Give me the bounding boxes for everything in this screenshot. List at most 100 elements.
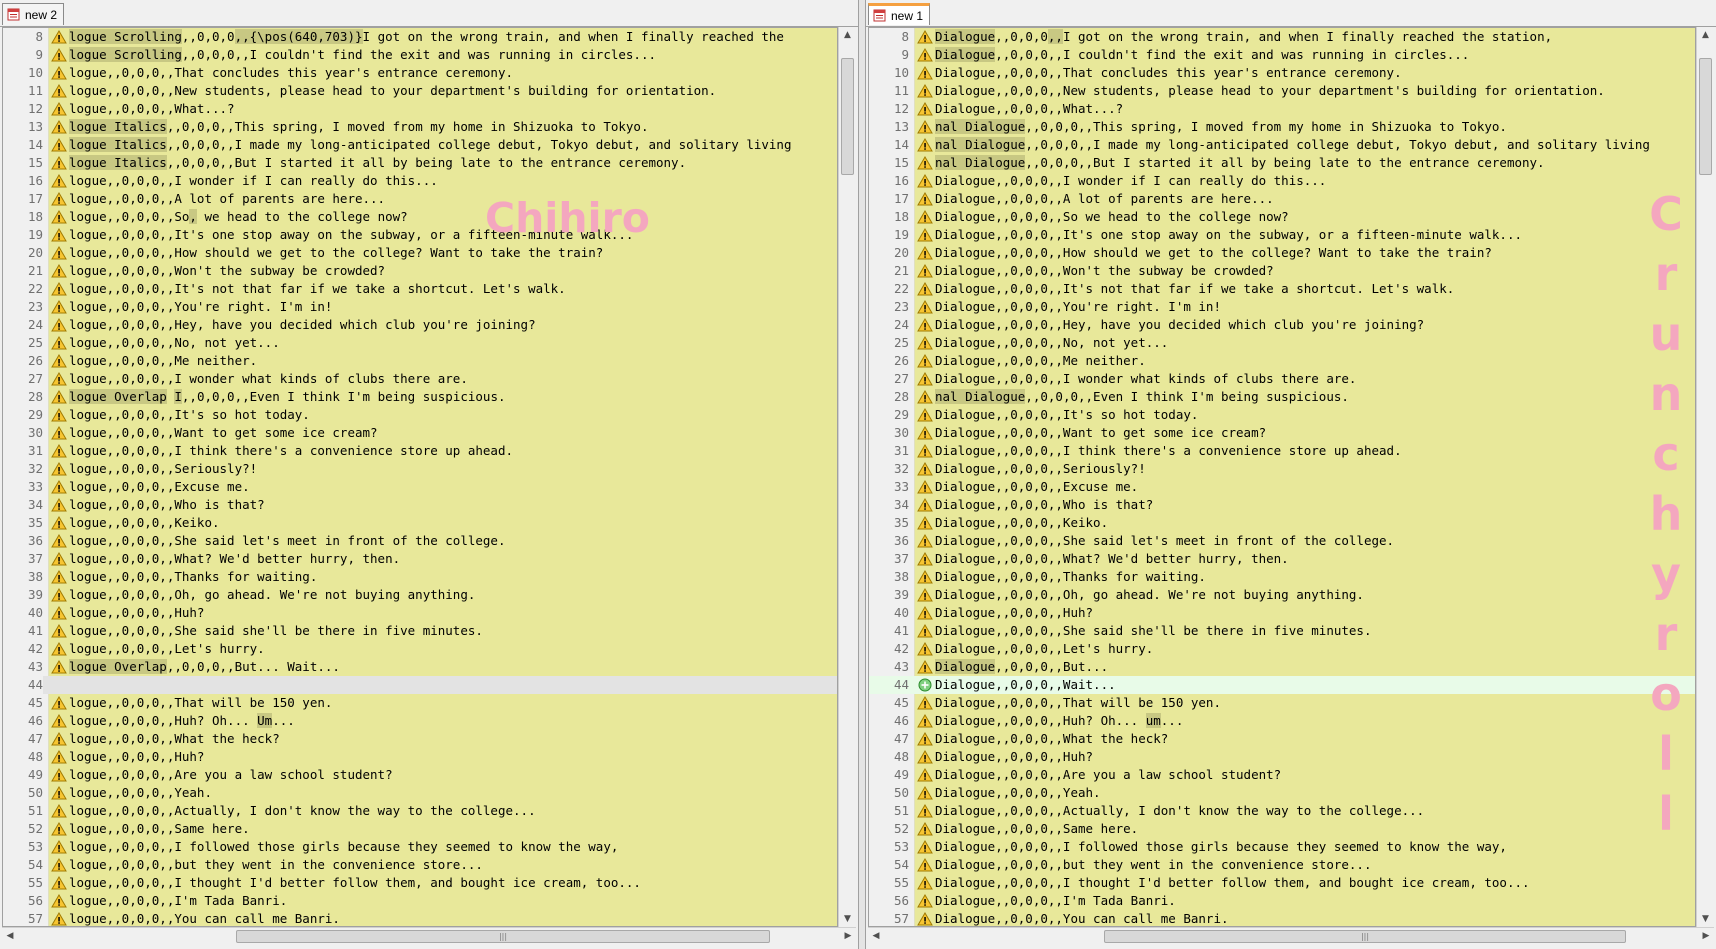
diff-changed-line[interactable]: 34 logue,,0,0,0,,Who is that? [3, 496, 837, 514]
diff-changed-line[interactable]: 8 Dialogue,,0,0,0,,I got on the wrong tra… [869, 28, 1695, 46]
diff-changed-line[interactable]: 24 Dialogue,,0,0,0,,Hey, have you decided… [869, 316, 1695, 334]
diff-changed-line[interactable]: 32 Dialogue,,0,0,0,,Seriously?! [869, 460, 1695, 478]
diff-changed-line[interactable]: 37 Dialogue,,0,0,0,,What? We'd better hur… [869, 550, 1695, 568]
diff-changed-line[interactable]: 49 Dialogue,,0,0,0,,Are you a law school … [869, 766, 1695, 784]
diff-changed-line[interactable]: 19 Dialogue,,0,0,0,,It's one stop away on… [869, 226, 1695, 244]
diff-changed-line[interactable]: 35 logue,,0,0,0,,Keiko. [3, 514, 837, 532]
diff-changed-line[interactable]: 28 logue Overlap I,,0,0,0,,Even I think I… [3, 388, 837, 406]
diff-changed-line[interactable]: 32 logue,,0,0,0,,Seriously?! [3, 460, 837, 478]
left-text-area[interactable]: 8 logue Scrolling,,0,0,0,,{\pos(640,703)}… [2, 27, 838, 927]
scroll-thumb[interactable]: ||| [236, 930, 770, 943]
diff-changed-line[interactable]: 45 Dialogue,,0,0,0,,That will be 150 yen. [869, 694, 1695, 712]
diff-changed-line[interactable]: 46 logue,,0,0,0,,Huh? Oh... Um... [3, 712, 837, 730]
diff-changed-line[interactable]: 43 logue Overlap,,0,0,0,,But... Wait... [3, 658, 837, 676]
diff-changed-line[interactable]: 53 Dialogue,,0,0,0,,I followed those girl… [869, 838, 1695, 856]
diff-changed-line[interactable]: 51 Dialogue,,0,0,0,,Actually, I don't kno… [869, 802, 1695, 820]
left-arrow-icon[interactable]: ◀ [2, 928, 18, 945]
diff-changed-line[interactable]: 56 Dialogue,,0,0,0,,I'm Tada Banri. [869, 892, 1695, 910]
diff-changed-line[interactable]: 50 logue,,0,0,0,,Yeah. [3, 784, 837, 802]
diff-changed-line[interactable]: 39 logue,,0,0,0,,Oh, go ahead. We're not … [3, 586, 837, 604]
diff-changed-line[interactable]: 15 nal Dialogue,,0,0,0,,But I started it … [869, 154, 1695, 172]
diff-changed-line[interactable]: 31 logue,,0,0,0,,I think there's a conven… [3, 442, 837, 460]
scroll-thumb[interactable] [841, 58, 854, 175]
diff-placeholder-line[interactable]: 44 [3, 676, 837, 694]
diff-changed-line[interactable]: 18 Dialogue,,0,0,0,,So we head to the col… [869, 208, 1695, 226]
diff-changed-line[interactable]: 47 logue,,0,0,0,,What the heck? [3, 730, 837, 748]
left-arrow-icon[interactable]: ◀ [868, 928, 884, 945]
diff-changed-line[interactable]: 11 logue,,0,0,0,,New students, please hea… [3, 82, 837, 100]
diff-changed-line[interactable]: 30 Dialogue,,0,0,0,,Want to get some ice … [869, 424, 1695, 442]
tab-new-2[interactable]: new 2 [2, 3, 65, 25]
diff-changed-line[interactable]: 22 Dialogue,,0,0,0,,It's not that far if … [869, 280, 1695, 298]
diff-changed-line[interactable]: 12 Dialogue,,0,0,0,,What...? [869, 100, 1695, 118]
diff-changed-line[interactable]: 38 logue,,0,0,0,,Thanks for waiting. [3, 568, 837, 586]
up-arrow-icon[interactable]: ▲ [839, 27, 856, 43]
diff-changed-line[interactable]: 23 Dialogue,,0,0,0,,You're right. I'm in! [869, 298, 1695, 316]
diff-added-line[interactable]: 44 Dialogue,,0,0,0,,Wait... [869, 676, 1695, 694]
diff-changed-line[interactable]: 49 logue,,0,0,0,,Are you a law school stu… [3, 766, 837, 784]
diff-changed-line[interactable]: 21 Dialogue,,0,0,0,,Won't the subway be c… [869, 262, 1695, 280]
diff-changed-line[interactable]: 30 logue,,0,0,0,,Want to get some ice cre… [3, 424, 837, 442]
diff-changed-line[interactable]: 46 Dialogue,,0,0,0,,Huh? Oh... um... [869, 712, 1695, 730]
diff-changed-line[interactable]: 51 logue,,0,0,0,,Actually, I don't know t… [3, 802, 837, 820]
diff-changed-line[interactable]: 29 logue,,0,0,0,,It's so hot today. [3, 406, 837, 424]
pane-splitter[interactable] [858, 0, 866, 949]
diff-changed-line[interactable]: 57 Dialogue,,0,0,0,,You can call me Banri… [869, 910, 1695, 926]
diff-changed-line[interactable]: 42 logue,,0,0,0,,Let's hurry. [3, 640, 837, 658]
diff-changed-line[interactable]: 18 logue,,0,0,0,,So, we head to the colle… [3, 208, 837, 226]
diff-changed-line[interactable]: 43 Dialogue,,0,0,0,,But... [869, 658, 1695, 676]
diff-changed-line[interactable]: 52 Dialogue,,0,0,0,,Same here. [869, 820, 1695, 838]
diff-changed-line[interactable]: 39 Dialogue,,0,0,0,,Oh, go ahead. We're n… [869, 586, 1695, 604]
diff-changed-line[interactable]: 48 logue,,0,0,0,,Huh? [3, 748, 837, 766]
diff-changed-line[interactable]: 10 Dialogue,,0,0,0,,That concludes this y… [869, 64, 1695, 82]
left-horizontal-scrollbar[interactable]: ◀ ||| ▶ [2, 927, 856, 945]
diff-changed-line[interactable]: 17 logue,,0,0,0,,A lot of parents are her… [3, 190, 837, 208]
diff-changed-line[interactable]: 9 logue Scrolling,,0,0,0,,I couldn't find… [3, 46, 837, 64]
diff-changed-line[interactable]: 8 logue Scrolling,,0,0,0,,{\pos(640,703)}… [3, 28, 837, 46]
diff-changed-line[interactable]: 40 logue,,0,0,0,,Huh? [3, 604, 837, 622]
diff-changed-line[interactable]: 16 logue,,0,0,0,,I wonder if I can really… [3, 172, 837, 190]
left-vertical-scrollbar[interactable]: ▲ ▼ [838, 27, 856, 927]
diff-changed-line[interactable]: 12 logue,,0,0,0,,What...? [3, 100, 837, 118]
down-arrow-icon[interactable]: ▼ [1697, 911, 1714, 927]
diff-changed-line[interactable]: 29 Dialogue,,0,0,0,,It's so hot today. [869, 406, 1695, 424]
diff-changed-line[interactable]: 36 Dialogue,,0,0,0,,She said let's meet i… [869, 532, 1695, 550]
diff-changed-line[interactable]: 25 logue,,0,0,0,,No, not yet... [3, 334, 837, 352]
diff-changed-line[interactable]: 22 logue,,0,0,0,,It's not that far if we … [3, 280, 837, 298]
diff-changed-line[interactable]: 33 Dialogue,,0,0,0,,Excuse me. [869, 478, 1695, 496]
diff-changed-line[interactable]: 11 Dialogue,,0,0,0,,New students, please … [869, 82, 1695, 100]
right-vertical-scrollbar[interactable]: ▲ ▼ [1696, 27, 1714, 927]
diff-changed-line[interactable]: 24 logue,,0,0,0,,Hey, have you decided wh… [3, 316, 837, 334]
right-horizontal-scrollbar[interactable]: ◀ ||| ▶ [868, 927, 1714, 945]
diff-changed-line[interactable]: 20 logue,,0,0,0,,How should we get to the… [3, 244, 837, 262]
scroll-thumb[interactable]: ||| [1104, 930, 1626, 943]
diff-changed-line[interactable]: 16 Dialogue,,0,0,0,,I wonder if I can rea… [869, 172, 1695, 190]
diff-changed-line[interactable]: 36 logue,,0,0,0,,She said let's meet in f… [3, 532, 837, 550]
right-arrow-icon[interactable]: ▶ [840, 928, 856, 945]
diff-changed-line[interactable]: 35 Dialogue,,0,0,0,,Keiko. [869, 514, 1695, 532]
up-arrow-icon[interactable]: ▲ [1697, 27, 1714, 43]
diff-changed-line[interactable]: 55 Dialogue,,0,0,0,,I thought I'd better … [869, 874, 1695, 892]
diff-changed-line[interactable]: 19 logue,,0,0,0,,It's one stop away on th… [3, 226, 837, 244]
right-text-area[interactable]: 8 Dialogue,,0,0,0,,I got on the wrong tra… [868, 27, 1696, 927]
diff-changed-line[interactable]: 55 logue,,0,0,0,,I thought I'd better fol… [3, 874, 837, 892]
diff-changed-line[interactable]: 25 Dialogue,,0,0,0,,No, not yet... [869, 334, 1695, 352]
diff-changed-line[interactable]: 26 Dialogue,,0,0,0,,Me neither. [869, 352, 1695, 370]
diff-changed-line[interactable]: 20 Dialogue,,0,0,0,,How should we get to … [869, 244, 1695, 262]
diff-changed-line[interactable]: 13 logue Italics,,0,0,0,,This spring, I m… [3, 118, 837, 136]
tab-new-1[interactable]: new 1 [868, 3, 931, 25]
diff-changed-line[interactable]: 52 logue,,0,0,0,,Same here. [3, 820, 837, 838]
diff-changed-line[interactable]: 33 logue,,0,0,0,,Excuse me. [3, 478, 837, 496]
diff-changed-line[interactable]: 41 Dialogue,,0,0,0,,She said she'll be th… [869, 622, 1695, 640]
diff-changed-line[interactable]: 15 logue Italics,,0,0,0,,But I started it… [3, 154, 837, 172]
diff-changed-line[interactable]: 42 Dialogue,,0,0,0,,Let's hurry. [869, 640, 1695, 658]
diff-changed-line[interactable]: 54 Dialogue,,0,0,0,,but they went in the … [869, 856, 1695, 874]
diff-changed-line[interactable]: 14 logue Italics,,0,0,0,,I made my long-a… [3, 136, 837, 154]
diff-changed-line[interactable]: 27 Dialogue,,0,0,0,,I wonder what kinds o… [869, 370, 1695, 388]
diff-changed-line[interactable]: 17 Dialogue,,0,0,0,,A lot of parents are … [869, 190, 1695, 208]
down-arrow-icon[interactable]: ▼ [839, 911, 856, 927]
diff-changed-line[interactable]: 9 Dialogue,,0,0,0,,I couldn't find the ex… [869, 46, 1695, 64]
diff-changed-line[interactable]: 53 logue,,0,0,0,,I followed those girls b… [3, 838, 837, 856]
diff-changed-line[interactable]: 38 Dialogue,,0,0,0,,Thanks for waiting. [869, 568, 1695, 586]
diff-changed-line[interactable]: 34 Dialogue,,0,0,0,,Who is that? [869, 496, 1695, 514]
